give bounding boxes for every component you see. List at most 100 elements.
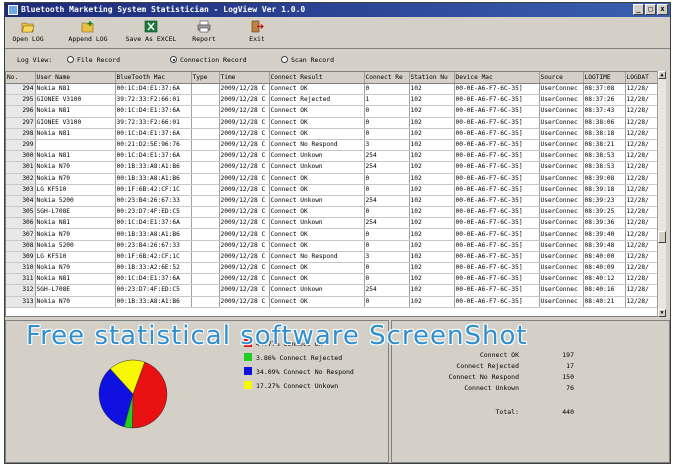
table-cell: 254	[364, 161, 410, 174]
table-cell: 298	[6, 128, 36, 140]
connection-record-table[interactable]: No. User Name BlueTooth Mac Type Time Connect…	[5, 71, 664, 317]
table-cell	[191, 240, 220, 252]
table-cell: 08:39:18	[583, 184, 626, 196]
table-cell: SGH-L708E	[35, 206, 116, 219]
open-log-button[interactable]: Open LOG	[11, 20, 45, 46]
table-cell: 00:1B:33:A8:A1:B6	[115, 173, 192, 185]
table-row[interactable]: 294 Nokia N81 00:1C:D4:E1:37:6A 2009/12/28 …	[6, 83, 660, 96]
save-as-excel-button[interactable]: Save As EXCEL	[123, 20, 179, 46]
table-cell	[191, 273, 220, 286]
table-cell: 102	[409, 83, 455, 96]
table-cell: 00-0E-A6-F7-6C-35]	[454, 139, 540, 152]
table-cell: UserConnec	[539, 117, 584, 129]
table-row[interactable]: 307 Nokia N70 00:1B:33:A8:A1:B6 2009/12/28 …	[6, 228, 660, 241]
table-cell: 3	[364, 251, 410, 264]
table-cell: 08:37:43	[583, 105, 626, 118]
table-cell: 08:39:40	[583, 228, 626, 241]
table-cell: 00-0E-A6-F7-6C-35]	[454, 217, 540, 230]
table-row[interactable]: 304 Nokia 5200 00:23:B4:26:67:33 2009/12/28…	[6, 195, 660, 208]
column-header[interactable]: Time	[219, 72, 270, 84]
table-cell: 08:38:53	[583, 150, 626, 163]
column-header[interactable]: Source	[539, 72, 584, 84]
table-cell: 00:1B:33:A8:A1:B6	[115, 296, 192, 308]
column-header[interactable]: BlueTooth Mac	[115, 72, 192, 84]
minimize-button[interactable]: _	[633, 4, 644, 15]
column-header[interactable]: Station Nu	[409, 72, 455, 84]
table-cell: 08:40:00	[583, 251, 626, 264]
column-header[interactable]: User Name	[35, 72, 116, 84]
table-cell: 12/28/	[625, 105, 660, 118]
table-cell: 12/28/	[625, 206, 660, 219]
report-button[interactable]: Report	[189, 20, 219, 46]
table-cell: 39:72:33:F2:66:01	[115, 117, 192, 129]
vertical-scrollbar[interactable]: ▲ ▼	[657, 71, 666, 317]
table-cell: 00-0E-A6-F7-6C-35]	[454, 173, 540, 185]
table-cell: 0	[364, 296, 410, 308]
legend-item: 17.27% Connect Unkown	[244, 381, 338, 390]
table-cell: UserConnec	[539, 284, 584, 297]
table-cell: 309	[6, 251, 36, 264]
table-cell: UserConnec	[539, 217, 584, 230]
column-header[interactable]: No.	[6, 72, 36, 84]
app-icon	[8, 5, 18, 15]
table-row[interactable]: 302 Nokia N70 00:1B:33:A8:A1:B6 2009/12/28 …	[6, 173, 660, 185]
table-cell: 00:1F:6B:42:CF:1C	[115, 184, 192, 196]
table-cell: 00-0E-A6-F7-6C-35]	[454, 105, 540, 118]
table-row[interactable]: 296 Nokia N81 00:1C:D4:E1:37:6A 2009/12/28 …	[6, 105, 660, 118]
maximize-button[interactable]: □	[645, 4, 656, 15]
column-header[interactable]: Type	[191, 72, 220, 84]
table-cell: 301	[6, 161, 36, 174]
table-cell: 00-0E-A6-F7-6C-35]	[454, 284, 540, 297]
table-row[interactable]: 308 Nokia 5200 00:23:B4:26:67:33 2009/12/28…	[6, 240, 660, 252]
scroll-down-arrow-icon[interactable]: ▼	[658, 309, 666, 317]
table-row[interactable]: 309 LG KF510 00:1F:6B:42:CF:1C 2009/12/28 C…	[6, 251, 660, 264]
column-header[interactable]: LOGDAT	[625, 72, 660, 84]
table-cell: 297	[6, 117, 36, 129]
table-row[interactable]: 312 SGH-L708E 00:23:D7:4F:ED:C5 2009/12/28 …	[6, 284, 660, 297]
append-log-button[interactable]: Append LOG	[67, 20, 109, 46]
table-cell: 12/28/	[625, 217, 660, 230]
radio-connection-record[interactable]: Connection Record	[170, 53, 247, 67]
table-row[interactable]: 299 00:21:D2:5E:96:76 2009/12/28 C Connect …	[6, 139, 660, 152]
table-row[interactable]: 306 Nokia N81 00:1C:D4:E1:37:6A 2009/12/28 …	[6, 217, 660, 230]
table-cell: 102	[409, 217, 455, 230]
table-cell: 2009/12/28 C	[219, 251, 270, 264]
table-row[interactable]: 295 GIONEE V3100 39:72:33:F2:66:01 2009/12/…	[6, 94, 660, 107]
table-cell: 102	[409, 173, 455, 185]
table-cell: 102	[409, 184, 455, 196]
log-view-selector: Log View: File Record Connection Record …	[5, 53, 670, 67]
table-row[interactable]: 311 Nokia N81 00:1C:D4:E1:37:6A 2009/12/28 …	[6, 273, 660, 286]
table-cell: 2009/12/28 C	[219, 94, 270, 107]
watermark-caption: Free statistical software ScreenShot	[26, 321, 528, 351]
table-cell: 08:39:25	[583, 206, 626, 219]
table-cell: 00-0E-A6-F7-6C-35]	[454, 128, 540, 140]
table-cell: 102	[409, 195, 455, 208]
close-button[interactable]: x	[657, 4, 668, 15]
column-header[interactable]: Connect Result	[269, 72, 365, 84]
column-header[interactable]: Connect Re	[364, 72, 410, 84]
table-row[interactable]: 303 LG KF510 00:1F:6B:42:CF:1C 2009/12/28 C…	[6, 184, 660, 196]
table-row[interactable]: 313 Nokia N70 00:1B:33:A8:A1:B6 2009/12/28 …	[6, 296, 660, 308]
table-row[interactable]: 300 Nokia N81 00:1C:D4:E1:37:6A 2009/12/28 …	[6, 150, 660, 163]
radio-file-record[interactable]: File Record	[67, 53, 120, 67]
scroll-up-arrow-icon[interactable]: ▲	[658, 71, 666, 79]
table-row[interactable]: 297 GIONEE V3100 39:72:33:F2:66:01 2009/12/…	[6, 117, 660, 129]
table-cell: 00:1C:D4:E1:37:6A	[115, 150, 192, 163]
table-cell	[191, 262, 220, 275]
table-cell	[191, 94, 220, 107]
column-header[interactable]: Device Mac	[454, 72, 540, 84]
table-cell: 00-0E-A6-F7-6C-35]	[454, 195, 540, 208]
excel-icon	[144, 20, 158, 33]
table-cell: GIONEE V3100	[35, 94, 116, 107]
radio-scan-record[interactable]: Scan Record	[281, 53, 334, 67]
table-row[interactable]: 310 Nokia N70 00:1B:33:A2:6E:52 2009/12/28 …	[6, 262, 660, 275]
table-cell: 00:23:B4:26:67:33	[115, 240, 192, 252]
table-cell: 00-0E-A6-F7-6C-35]	[454, 240, 540, 252]
scroll-thumb[interactable]	[658, 231, 666, 243]
table-cell: 08:40:21	[583, 296, 626, 308]
table-row[interactable]: 298 Nokia N81 00:1C:D4:E1:37:6A 2009/12/28 …	[6, 128, 660, 140]
table-row[interactable]: 305 SGH-L708E 00:23:D7:4F:ED:C5 2009/12/28 …	[6, 206, 660, 219]
exit-button[interactable]: Exit	[245, 20, 269, 46]
table-row[interactable]: 301 Nokia N70 00:1B:33:A8:A1:B6 2009/12/28 …	[6, 161, 660, 174]
column-header[interactable]: LOGTIME	[583, 72, 626, 84]
